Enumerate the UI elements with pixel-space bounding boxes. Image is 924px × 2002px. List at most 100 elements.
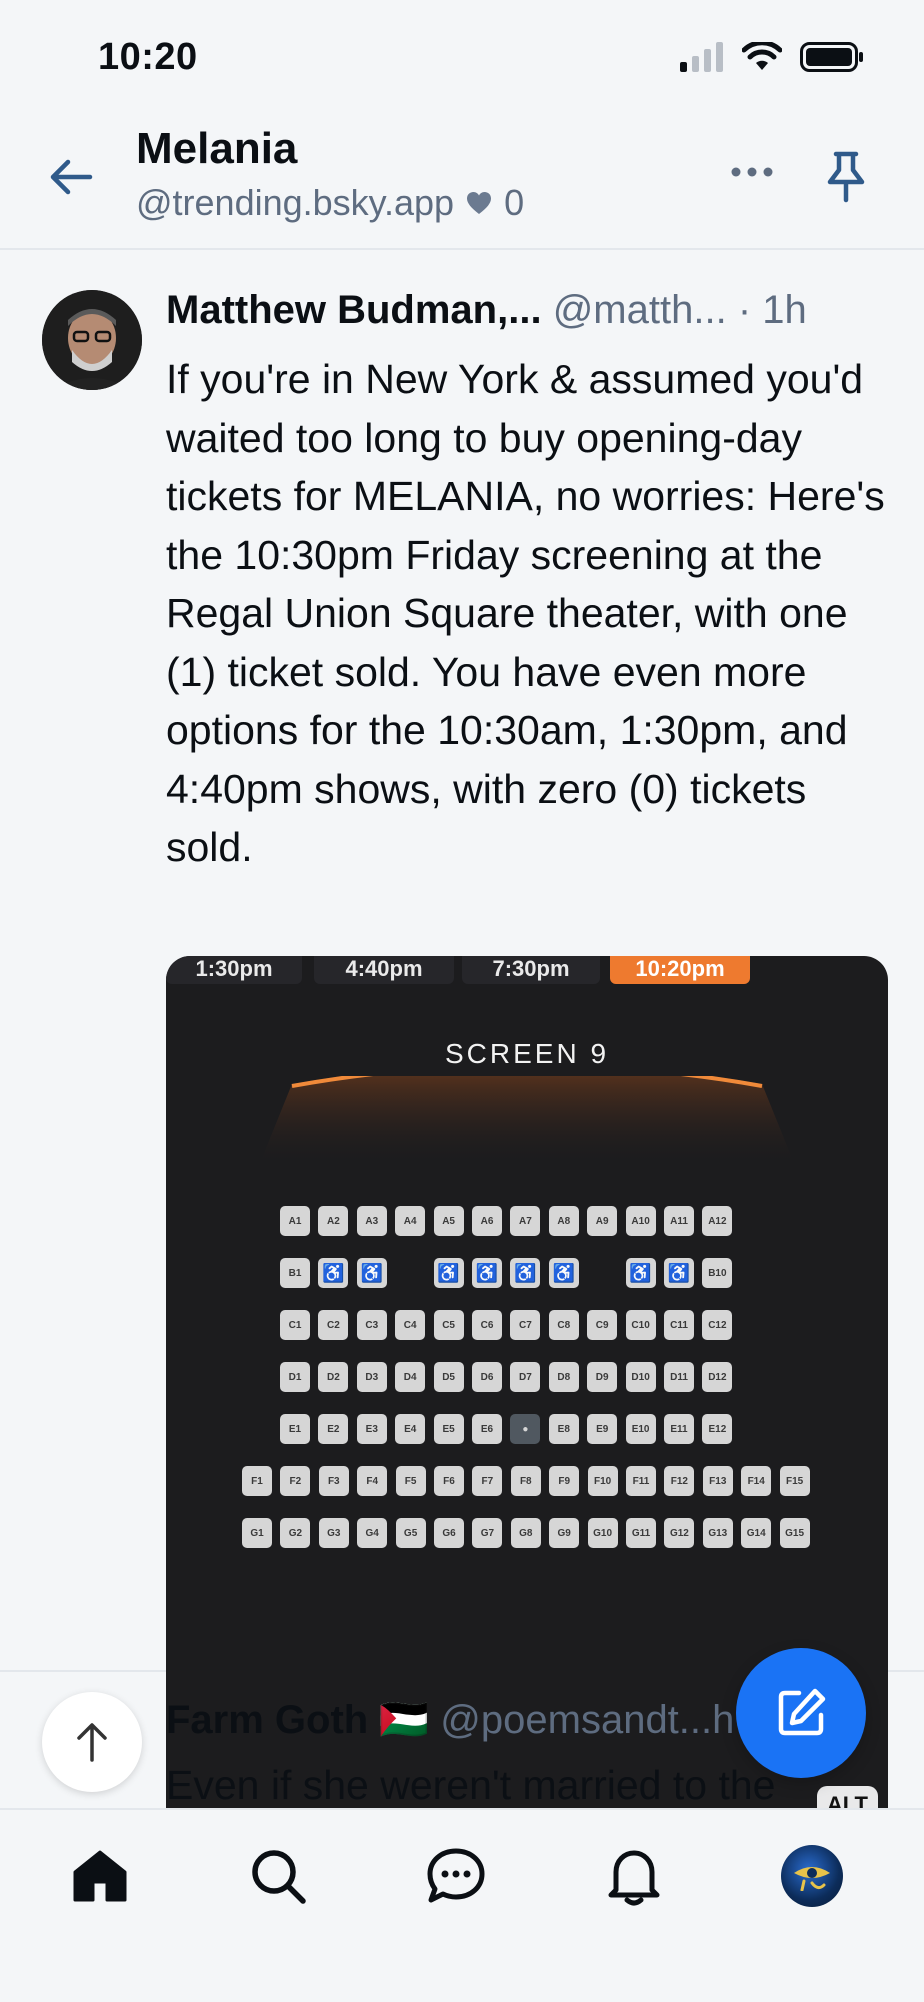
seat: A2 [318,1206,349,1236]
seat: G10 [587,1518,618,1548]
seat: F14 [741,1466,772,1496]
seat: G12 [664,1518,695,1548]
seat: D1 [280,1362,310,1392]
tab-search[interactable] [246,1844,310,1908]
feed-subtitle: @trending.bsky.app 0 [136,182,524,224]
seat: F11 [626,1466,656,1496]
seat: E5 [433,1414,464,1444]
seat: F2 [280,1466,311,1496]
seat: C1 [280,1310,310,1340]
showtimes: 1:30pm 4:40pm 7:30pm 10:20pm [166,956,888,984]
wheelchair-seat: ♿ [472,1258,502,1288]
seat: F15 [779,1466,810,1496]
seat: A5 [433,1206,464,1236]
tab-chat[interactable] [424,1844,488,1908]
seat: F12 [664,1466,695,1496]
seat: G13 [702,1518,733,1548]
avatar[interactable] [42,290,142,390]
post-header: Farm Goth 🇵🇸 @poemsandt...h [166,1696,734,1743]
scroll-top-icon [77,1723,107,1762]
author-name[interactable]: Matthew Budman,... [166,288,542,332]
showtime-chip: 7:30pm [462,956,600,984]
seat: F7 [472,1466,503,1496]
home-icon [73,1850,127,1902]
seat: E4 [395,1414,426,1444]
seat: F1 [242,1466,272,1496]
seat: G3 [318,1518,349,1548]
showtime-chip: 10:20pm [610,956,750,984]
seat: D11 [664,1362,694,1392]
back-arrow-icon[interactable] [44,150,98,204]
seat: C8 [548,1310,579,1340]
signal-icon [680,42,723,72]
seat: D7 [510,1362,541,1392]
pin-icon[interactable] [822,150,870,204]
seat: G2 [280,1518,311,1548]
seat: A7 [510,1206,541,1236]
seat: E9 [587,1414,618,1444]
tab-bar [0,1808,924,2002]
seat: G4 [357,1518,388,1548]
seat: F5 [395,1466,426,1496]
more-icon[interactable] [730,166,774,178]
tab-home[interactable] [68,1844,132,1908]
compose-button[interactable] [736,1648,866,1778]
seat: A10 [625,1206,656,1236]
battery-icon [800,42,863,72]
post[interactable]: Matthew Budman,... @matth... · 1h If you… [0,268,924,1904]
feed-header: Melania @trending.bsky.app 0 [0,120,924,250]
seat: G7 [472,1518,503,1548]
seat: E3 [356,1414,387,1444]
wheelchair-seat: ♿ [625,1258,656,1288]
author-handle[interactable]: @matth... [553,288,727,332]
seat: A6 [472,1206,502,1236]
wifi-icon [742,42,782,70]
author-handle[interactable]: @poemsandt...h [440,1698,734,1742]
tab-notifications[interactable] [602,1844,666,1908]
scroll-top-button[interactable] [42,1692,142,1792]
seat: C6 [472,1310,502,1340]
search-icon [252,1850,306,1904]
seat: F3 [318,1466,349,1496]
wheelchair-seat: ♿ [318,1258,349,1288]
profile-avatar [781,1845,843,1907]
seat: A8 [548,1206,579,1236]
heart-filled-icon [467,192,492,214]
seat-row: B1 ♿ ♿ ♿ ♿ ♿ ♿ ♿ ♿ B10 [166,1258,888,1288]
feed-like-count: 0 [504,182,525,223]
seat: C11 [664,1310,694,1340]
seat: C2 [318,1310,349,1340]
tab-profile[interactable] [780,1844,844,1908]
seat: C4 [395,1310,426,1340]
seat: G5 [395,1518,426,1548]
seat: E11 [664,1414,694,1444]
seat: C5 [433,1310,464,1340]
wheelchair-seat: ♿ [510,1258,541,1288]
seat: C10 [625,1310,656,1340]
seat: E2 [318,1414,349,1444]
status-time: 10:20 [98,36,198,78]
seat: C9 [587,1310,618,1340]
seat: E8 [548,1414,579,1444]
seat: F4 [357,1466,388,1496]
author-name[interactable]: Farm Goth 🇵🇸 [166,1698,429,1742]
seat: A9 [587,1206,618,1236]
seat: A1 [280,1206,310,1236]
seat: D2 [318,1362,349,1392]
seat-row: E1 E2 E3 E4 E5 E6 ● E8 E9 E10 E11 E12 [166,1414,888,1444]
feed: Matthew Budman,... @matth... · 1h If you… [0,268,924,1904]
seat: D4 [395,1362,426,1392]
seat: C3 [356,1310,387,1340]
post-header: Matthew Budman,... @matth... · 1h [166,288,807,333]
bell-icon [608,1850,660,1906]
seat: G11 [626,1518,656,1548]
seat: G1 [242,1518,272,1548]
post-time: · 1h [737,288,807,332]
feed-handle[interactable]: @trending.bsky.app [136,182,454,224]
showtime-chip: 1:30pm [166,956,302,984]
seat: G9 [549,1518,580,1548]
seat: D5 [433,1362,464,1392]
seat: F13 [702,1466,733,1496]
seat: D6 [472,1362,502,1392]
seat-sold: ● [510,1414,541,1444]
